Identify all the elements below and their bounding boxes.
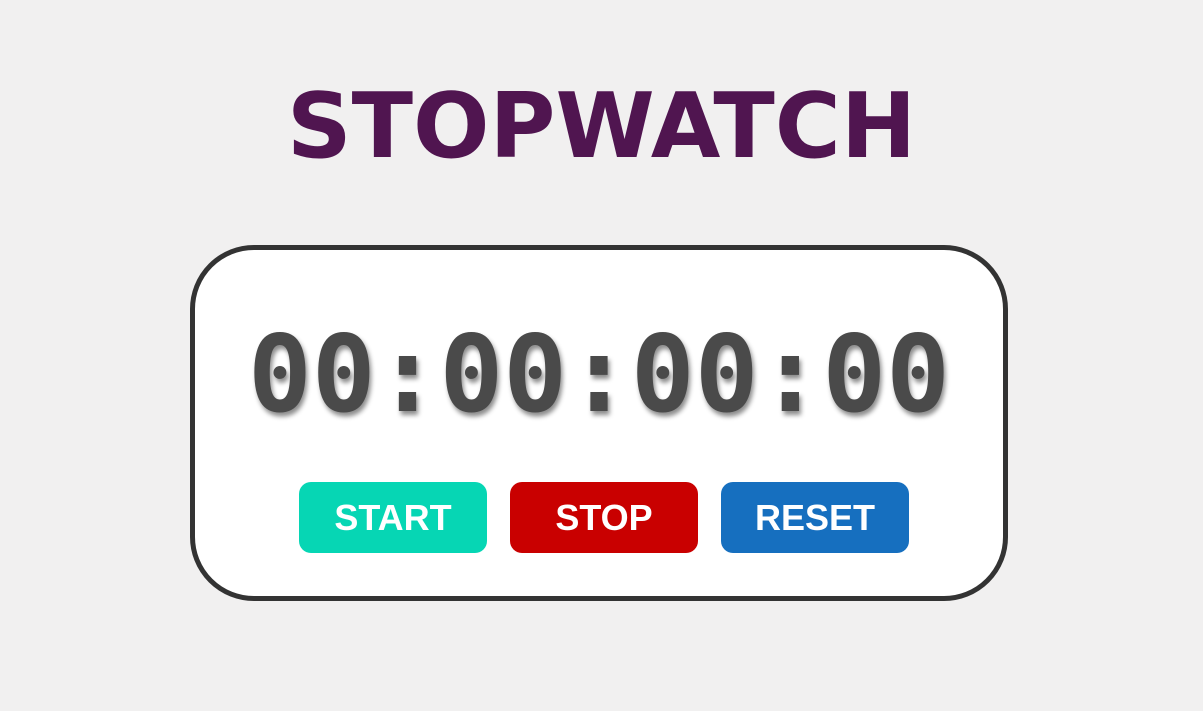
stopwatch-card: 00:00:00:00 START STOP RESET [190, 245, 1008, 601]
time-display: 00:00:00:00 [248, 313, 950, 436]
reset-button[interactable]: RESET [721, 482, 909, 553]
page-title: STOPWATCH [286, 74, 917, 179]
start-button[interactable]: START [299, 482, 487, 553]
stop-button[interactable]: STOP [510, 482, 698, 553]
stopwatch-page: STOPWATCH 00:00:00:00 START STOP RESET [0, 0, 1203, 711]
